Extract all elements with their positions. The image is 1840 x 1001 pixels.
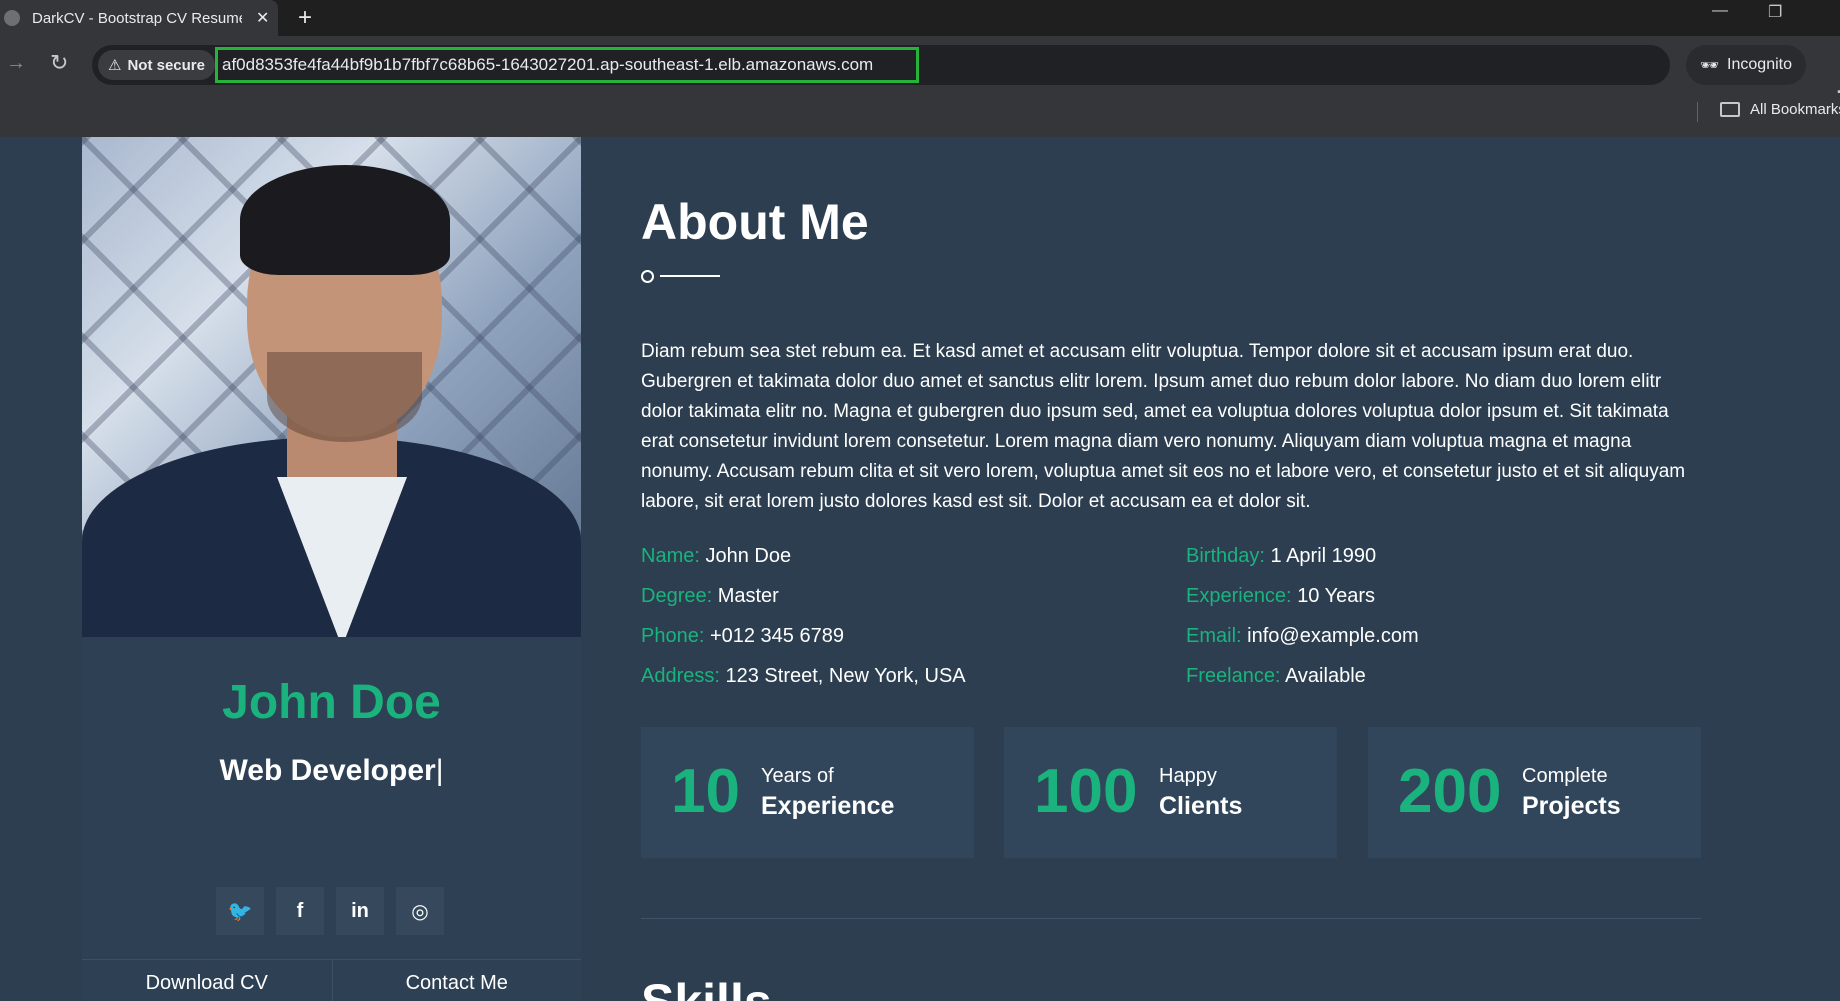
info-label: Name: [641,545,700,567]
info-value: 10 Years [1297,585,1376,607]
globe-icon [4,10,20,26]
security-chip[interactable]: ⚠ Not secure [98,50,215,80]
new-tab-button[interactable]: + [298,4,312,32]
stat-card-clients: 100 Happy Clients [1004,727,1337,858]
info-phone: Phone: +012 345 6789 [641,625,844,648]
stat-label-line1: Years of [761,765,834,787]
forward-icon[interactable]: → [6,52,26,75]
info-address: Address: 123 Street, New York, USA [641,665,966,688]
info-value: +012 345 6789 [709,625,844,647]
folder-icon [1720,102,1740,117]
info-label: Phone: [641,625,705,647]
info-label: Address: [641,665,720,687]
close-tab-icon[interactable]: ✕ [256,8,269,28]
incognito-label: Incognito [1727,56,1792,73]
info-value: 123 Street, New York, USA [725,665,966,687]
info-degree: Degree: Master [641,585,779,608]
incognito-button[interactable]: 🕶 Incognito [1686,45,1806,85]
profile-photo [82,137,581,637]
security-label: Not secure [127,56,205,74]
skills-title: Skills [641,973,772,1001]
role-text: Web Developer [219,754,436,787]
bookmarks-bar: All Bookmarks [0,94,1840,137]
facebook-icon[interactable]: f [276,887,324,935]
info-experience: Experience: 10 Years [1186,585,1375,608]
typing-cursor: | [435,754,444,787]
reload-icon[interactable]: ↻ [50,50,68,76]
contact-me-button[interactable]: Contact Me [331,960,582,1001]
about-section: About Me Diam rebum sea stet rebum ea. E… [641,137,1701,1001]
warning-icon: ⚠ [108,57,122,74]
stat-number: 10 [671,757,740,826]
section-title: About Me [641,194,869,250]
stat-label-line2: Projects [1522,792,1621,820]
profile-sidebar: John Doe Web Developer| 🐦 f in ◎ Downloa… [82,137,581,1001]
divider-line [660,275,720,277]
stat-card-projects: 200 Complete Projects [1368,727,1701,858]
tab-title: DarkCV - Bootstrap CV Resume [32,9,242,27]
stat-card-experience: 10 Years of Experience [641,727,974,858]
info-label: Degree: [641,585,713,607]
info-value: Available [1284,665,1366,687]
info-birthday: Birthday: 1 April 1990 [1186,545,1376,568]
url-input[interactable]: af0d8353fe4fa44bf9b1b7fbf7c68b65-1643027… [215,47,919,83]
info-email: Email: info@example.com [1186,625,1419,648]
incognito-icon: 🕶 [1700,57,1720,74]
info-label: Birthday: [1186,545,1265,567]
twitter-icon[interactable]: 🐦 [216,887,264,935]
restore-icon[interactable]: ❐ [1768,2,1782,22]
info-value: 1 April 1990 [1270,545,1377,567]
stat-label-line2: Experience [761,792,895,820]
info-label: Email: [1186,625,1242,647]
download-cv-button[interactable]: Download CV [82,960,332,1001]
browser-toolbar: → ↻ ⚠ Not secure af0d8353fe4fa44bf9b1b7f… [0,36,1840,111]
stat-number: 100 [1034,757,1138,826]
stat-label-line1: Happy [1159,765,1217,787]
stat-label-line2: Clients [1159,792,1243,820]
stat-label-line1: Complete [1522,765,1608,787]
profile-role: Web Developer| [82,754,581,788]
info-label: Freelance: [1186,665,1281,687]
browser-tab[interactable]: DarkCV - Bootstrap CV Resume ✕ [0,0,278,36]
info-value: John Doe [705,545,792,567]
minimize-icon[interactable]: — [1712,2,1728,20]
bio-text: Diam rebum sea stet rebum ea. Et kasd am… [641,341,1686,512]
stat-number: 200 [1398,757,1502,826]
instagram-icon[interactable]: ◎ [396,887,444,935]
info-value: info@example.com [1247,625,1419,647]
divider-dot [641,270,654,283]
page-content: John Doe Web Developer| 🐦 f in ◎ Downloa… [0,137,1840,1001]
linkedin-icon[interactable]: in [336,887,384,935]
info-freelance: Freelance: Available [1186,665,1366,688]
info-label: Experience: [1186,585,1292,607]
all-bookmarks-label: All Bookmarks [1750,101,1840,118]
profile-name: John Doe [222,676,441,729]
all-bookmarks-button[interactable]: All Bookmarks [1720,101,1840,118]
info-name: Name: John Doe [641,545,791,568]
section-divider [641,918,1701,919]
address-bar[interactable]: ⚠ Not secure af0d8353fe4fa44bf9b1b7fbf7c… [92,45,1738,85]
sidebar-actions: Download CV Contact Me [82,959,581,1001]
browser-tab-bar: DarkCV - Bootstrap CV Resume ✕ + — ❐ [0,0,1840,36]
bookmarks-separator [1697,102,1698,122]
info-value: Master [717,585,779,607]
